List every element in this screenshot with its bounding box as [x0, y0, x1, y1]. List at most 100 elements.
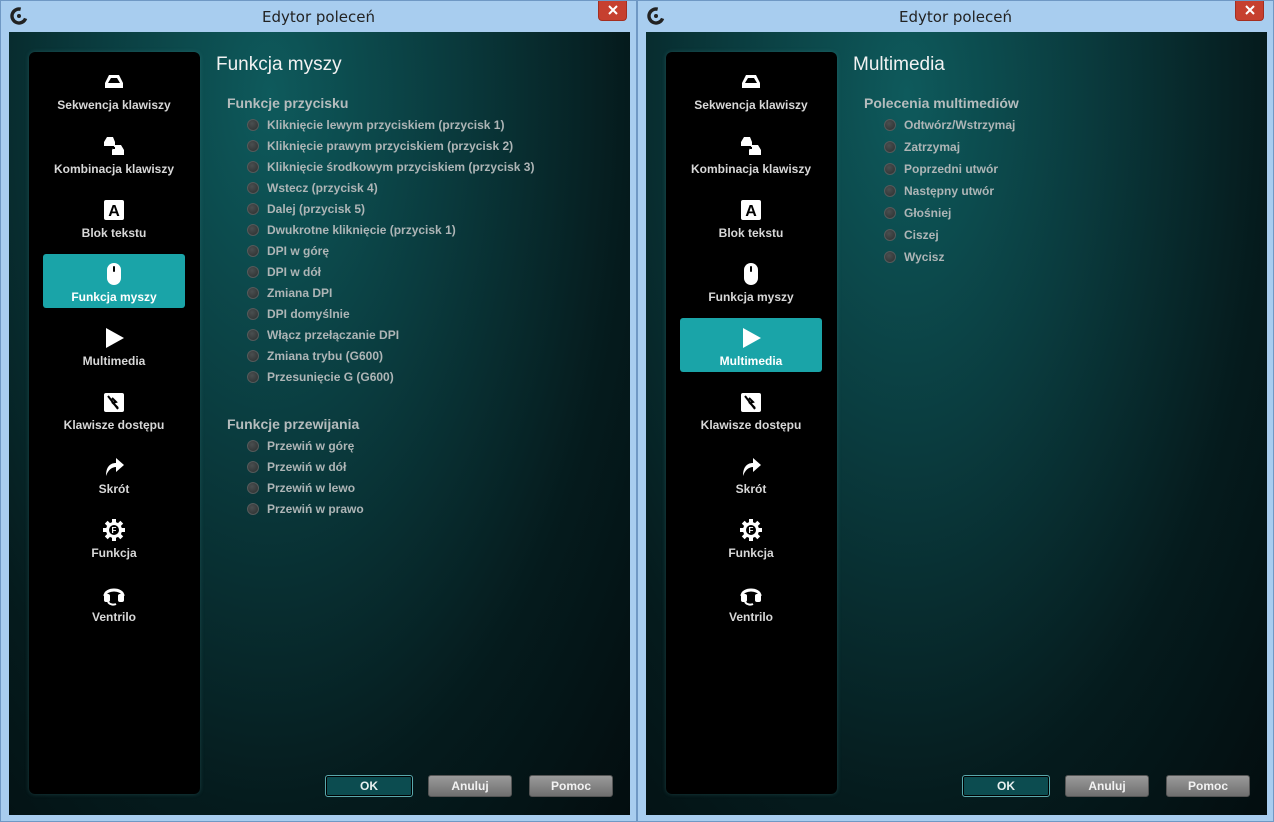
option-label: Wycisz: [904, 250, 945, 264]
sidebar-item-klawisze-dostepu[interactable]: Klawisze dostępu: [680, 382, 822, 436]
help-button[interactable]: Pomoc: [529, 775, 613, 797]
section-title: Polecenia multimediów: [864, 95, 1019, 111]
radio-button[interactable]: [884, 163, 896, 175]
keys-icon: [102, 70, 126, 94]
close-icon: [1244, 2, 1255, 20]
keys-icon: [739, 70, 763, 94]
option-label: Dalej (przycisk 5): [267, 202, 366, 216]
sidebar-item-ventrilo[interactable]: Ventrilo: [43, 574, 185, 628]
cancel-button[interactable]: Anuluj: [428, 775, 512, 797]
option-przewin-w-gore[interactable]: Przewiń w górę: [247, 437, 354, 455]
option-zmiana-trybu-g600[interactable]: Zmiana trybu (G600): [247, 347, 383, 365]
play-icon: [739, 326, 763, 350]
radio-button[interactable]: [247, 461, 259, 473]
option-dalej-przycisk-5[interactable]: Dalej (przycisk 5): [247, 200, 365, 218]
sidebar-item-funkcja-myszy[interactable]: Funkcja myszy: [43, 254, 185, 308]
command-type-sidebar: Sekwencja klawiszy Kombinacja klawiszy A Bl…: [666, 52, 837, 794]
radio-button[interactable]: [884, 229, 896, 241]
option-wycisz[interactable]: Wycisz: [884, 248, 944, 266]
sidebar-item-label: Skrót: [735, 482, 767, 496]
mouse-icon: [739, 262, 763, 286]
sidebar-item-skrot[interactable]: Skrót: [43, 446, 185, 500]
sidebar-item-label: Funkcja myszy: [708, 290, 794, 304]
option-przewin-w-lewo[interactable]: Przewiń w lewo: [247, 479, 355, 497]
editor-content: Sekwencja klawiszy Kombinacja klawiszy A Bl…: [9, 32, 630, 815]
title-bar: Edytor poleceń: [638, 1, 1273, 32]
option-klikniecie-lewym-przyciskiem-przycisk-1[interactable]: Kliknięcie lewym przyciskiem (przycisk 1…: [247, 116, 504, 134]
option-zmiana-dpi[interactable]: Zmiana DPI: [247, 284, 332, 302]
sidebar-item-multimedia[interactable]: Multimedia: [680, 318, 822, 372]
close-button[interactable]: [598, 1, 627, 21]
radio-button[interactable]: [247, 266, 259, 278]
ok-button[interactable]: OK: [962, 775, 1050, 797]
command-type-sidebar: Sekwencja klawiszy Kombinacja klawiszy A Bl…: [29, 52, 200, 794]
radio-button[interactable]: [247, 245, 259, 257]
radio-button[interactable]: [884, 207, 896, 219]
sidebar-item-funkcja[interactable]: F Funkcja: [680, 510, 822, 564]
ok-button[interactable]: OK: [325, 775, 413, 797]
sidebar-item-ventrilo[interactable]: Ventrilo: [680, 574, 822, 628]
sidebar-item-klawisze-dostepu[interactable]: Klawisze dostępu: [43, 382, 185, 436]
sidebar-item-multimedia[interactable]: Multimedia: [43, 318, 185, 372]
window-title: Edytor poleceń: [262, 8, 375, 26]
radio-button[interactable]: [247, 350, 259, 362]
option-odtworz-wstrzymaj[interactable]: Odtwórz/Wstrzymaj: [884, 116, 1015, 134]
option-dpi-w-gore[interactable]: DPI w górę: [247, 242, 329, 260]
sidebar-item-blok-tekstu[interactable]: A Blok tekstu: [43, 190, 185, 244]
radio-button[interactable]: [247, 329, 259, 341]
help-button[interactable]: Pomoc: [1166, 775, 1250, 797]
radio-button[interactable]: [247, 308, 259, 320]
radio-button[interactable]: [247, 371, 259, 383]
close-icon: [607, 2, 618, 20]
sidebar-item-skrot[interactable]: Skrót: [680, 446, 822, 500]
option-label: Kliknięcie środkowym przyciskiem (przyci…: [267, 160, 535, 174]
radio-button[interactable]: [247, 161, 259, 173]
cancel-button[interactable]: Anuluj: [1065, 775, 1149, 797]
shortcut-arrow-icon: [739, 454, 763, 478]
sidebar-item-sekwencja-klawiszy[interactable]: Sekwencja klawiszy: [680, 62, 822, 116]
option-wstecz-przycisk-4[interactable]: Wstecz (przycisk 4): [247, 179, 378, 197]
sidebar-item-label: Multimedia: [719, 354, 783, 368]
sidebar-item-label: Kombinacja klawiszy: [53, 162, 175, 176]
sidebar-item-kombinacja-klawiszy[interactable]: Kombinacja klawiszy: [43, 126, 185, 180]
option-klikniecie-prawym-przyciskiem-przycisk-2[interactable]: Kliknięcie prawym przyciskiem (przycisk …: [247, 137, 513, 155]
option-przewin-w-prawo[interactable]: Przewiń w prawo: [247, 500, 364, 518]
sidebar-item-label: Sekwencja klawiszy: [694, 98, 808, 112]
close-button[interactable]: [1235, 1, 1264, 21]
sidebar-item-blok-tekstu[interactable]: A Blok tekstu: [680, 190, 822, 244]
radio-button[interactable]: [884, 119, 896, 131]
radio-button[interactable]: [884, 185, 896, 197]
option-dwukrotne-klikniecie-przycisk-1[interactable]: Dwukrotne kliknięcie (przycisk 1): [247, 221, 456, 239]
radio-button[interactable]: [247, 182, 259, 194]
option-wlacz-przelaczanie-dpi[interactable]: Włącz przełączanie DPI: [247, 326, 399, 344]
radio-button[interactable]: [247, 119, 259, 131]
radio-button[interactable]: [247, 503, 259, 515]
radio-button[interactable]: [247, 224, 259, 236]
option-glosniej[interactable]: Głośniej: [884, 204, 951, 222]
sidebar-item-label: Multimedia: [82, 354, 146, 368]
option-nastepny-utwor[interactable]: Następny utwór: [884, 182, 994, 200]
sidebar-item-funkcja-myszy[interactable]: Funkcja myszy: [680, 254, 822, 308]
sidebar-item-label: Kombinacja klawiszy: [690, 162, 812, 176]
option-label: Przewiń w prawo: [267, 502, 364, 516]
radio-button[interactable]: [247, 140, 259, 152]
radio-button[interactable]: [884, 251, 896, 263]
option-przesuniecie-g-g600[interactable]: Przesunięcie G (G600): [247, 368, 394, 386]
sidebar-item-sekwencja-klawiszy[interactable]: Sekwencja klawiszy: [43, 62, 185, 116]
option-zatrzymaj[interactable]: Zatrzymaj: [884, 138, 960, 156]
function-gear-icon: F: [739, 518, 763, 542]
sidebar-item-kombinacja-klawiszy[interactable]: Kombinacja klawiszy: [680, 126, 822, 180]
radio-button[interactable]: [247, 440, 259, 452]
radio-button[interactable]: [247, 287, 259, 299]
option-przewin-w-dol[interactable]: Przewiń w dół: [247, 458, 346, 476]
option-dpi-w-dol[interactable]: DPI w dół: [247, 263, 321, 281]
option-ciszej[interactable]: Ciszej: [884, 226, 939, 244]
option-poprzedni-utwor[interactable]: Poprzedni utwór: [884, 160, 998, 178]
radio-button[interactable]: [247, 482, 259, 494]
radio-button[interactable]: [247, 203, 259, 215]
radio-button[interactable]: [884, 141, 896, 153]
sidebar-item-funkcja[interactable]: F Funkcja: [43, 510, 185, 564]
option-dpi-domyslnie[interactable]: DPI domyślnie: [247, 305, 350, 323]
option-klikniecie-srodkowym-przyciskiem-przycisk-3[interactable]: Kliknięcie środkowym przyciskiem (przyci…: [247, 158, 534, 176]
svg-text:A: A: [108, 203, 120, 220]
